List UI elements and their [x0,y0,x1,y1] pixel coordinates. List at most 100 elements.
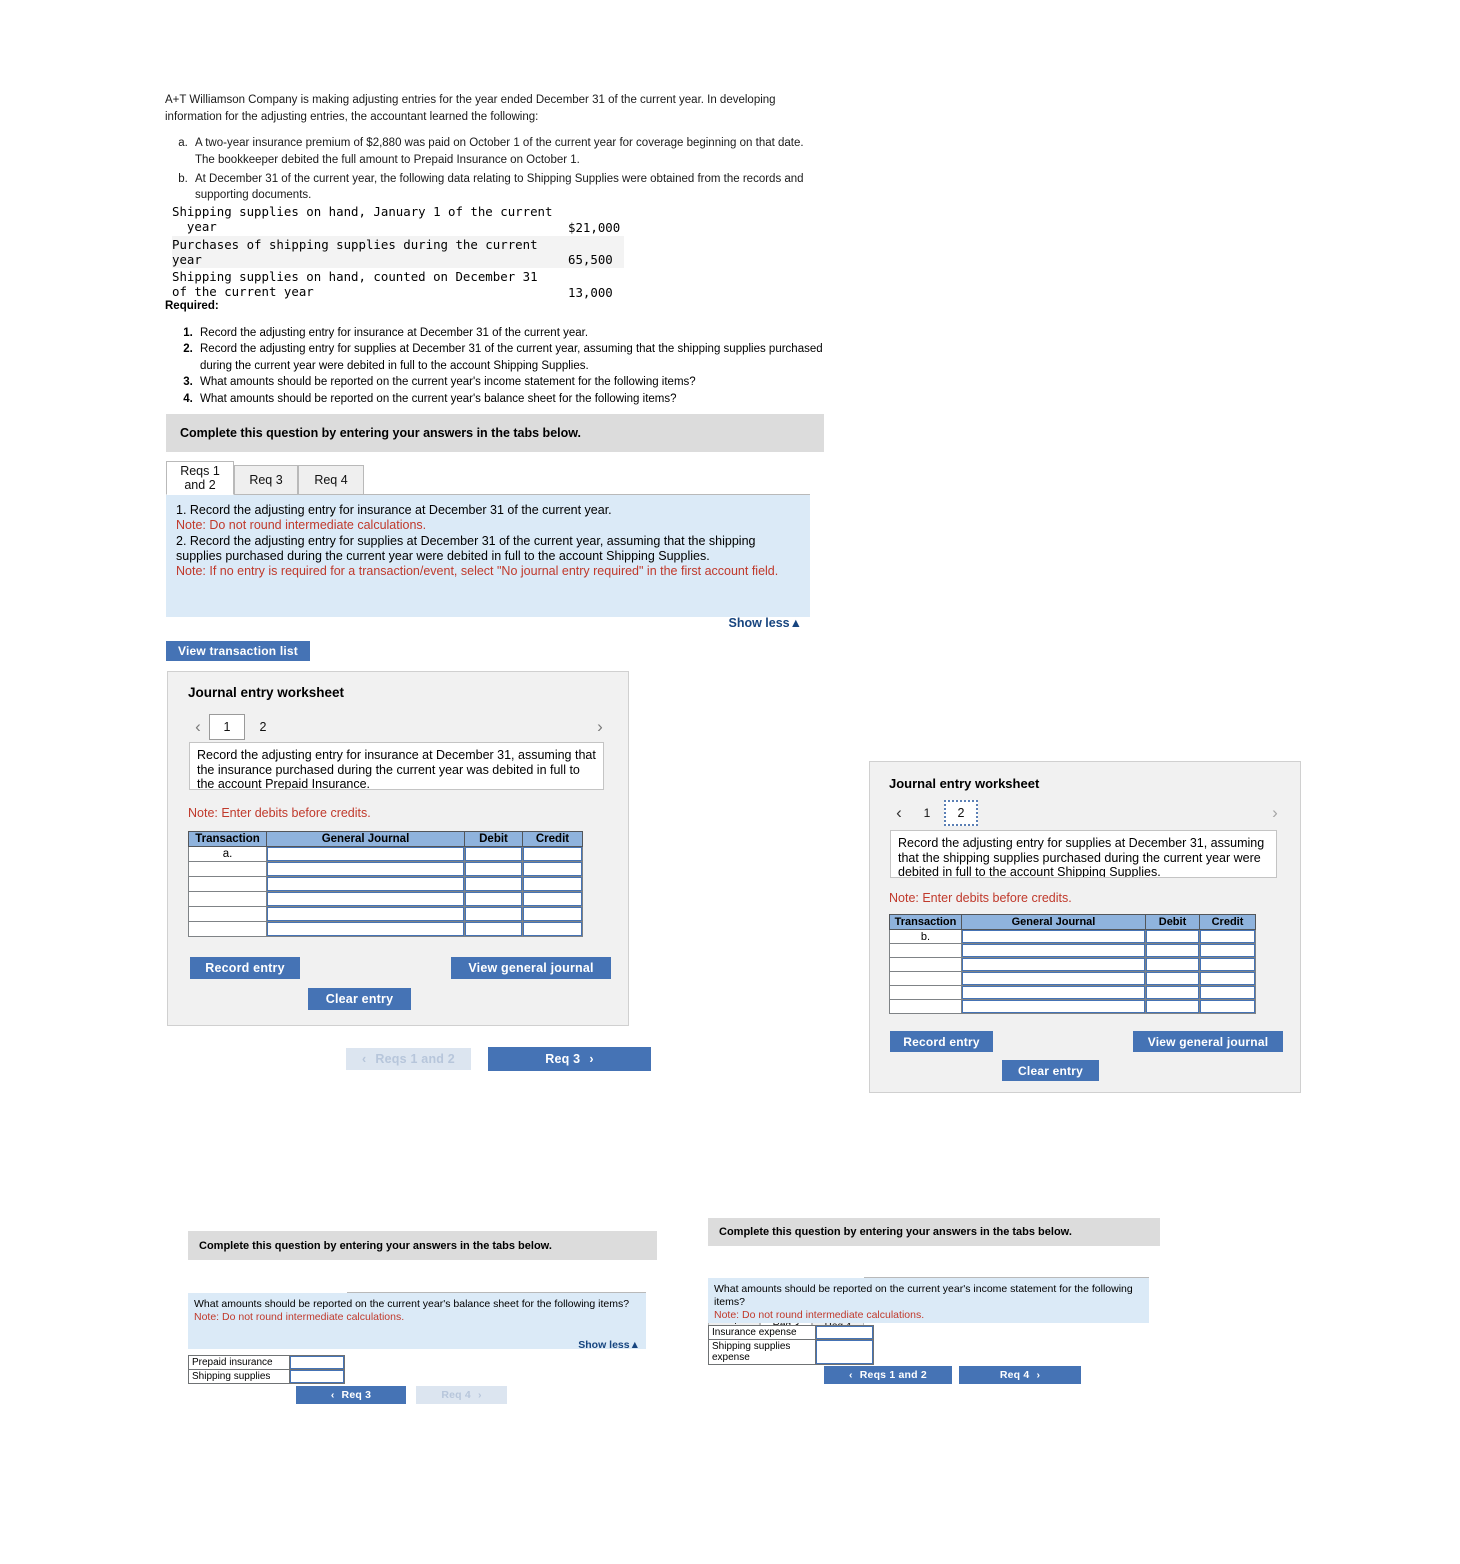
credit-input[interactable] [1200,930,1255,943]
req3-nav-prev-button[interactable]: ‹ Reqs 1 and 2 [824,1366,952,1384]
credit-input[interactable] [1200,986,1255,999]
cell-debit[interactable] [1145,957,1200,972]
shipping-supplies-expense-input[interactable] [816,1340,873,1364]
cell-general-journal[interactable] [961,985,1146,1000]
view-general-journal-button[interactable]: View general journal [451,957,611,979]
credit-input[interactable] [1200,972,1255,985]
cell-credit[interactable] [522,891,583,907]
cell-general-journal[interactable] [266,891,465,907]
cell-credit[interactable] [522,876,583,892]
general-journal-input[interactable] [962,958,1145,971]
credit-input[interactable] [523,892,582,906]
answer-cell[interactable] [815,1339,874,1365]
answer-cell[interactable] [815,1325,874,1340]
general-journal-input[interactable] [962,972,1145,985]
pager-page-1[interactable]: 1 [209,714,245,740]
show-less-toggle[interactable]: Show less▲ [600,616,802,630]
cell-debit[interactable] [464,906,523,922]
req4-nav-prev-button[interactable]: ‹ Req 3 [296,1386,406,1404]
view-general-journal-button[interactable]: View general journal [1133,1031,1283,1052]
general-journal-input[interactable] [962,1000,1145,1013]
cell-general-journal[interactable] [961,943,1146,958]
general-journal-input[interactable] [267,922,464,936]
pager-page-2[interactable]: 2 [245,714,281,740]
clear-entry-button[interactable]: Clear entry [308,988,411,1010]
view-transaction-list-button[interactable]: View transaction list [166,641,310,661]
req3-nav-next-button[interactable]: Req 4 › [959,1366,1081,1384]
debit-input[interactable] [1146,972,1199,985]
general-journal-input[interactable] [962,944,1145,957]
cell-credit[interactable] [1199,929,1256,944]
cell-credit[interactable] [522,846,583,862]
cell-debit[interactable] [1145,985,1200,1000]
general-journal-input[interactable] [267,877,464,891]
nav-next-req-3-button[interactable]: Req 3 › [488,1047,651,1071]
cell-debit[interactable] [464,891,523,907]
req4-show-less-toggle[interactable]: Show less▲ [470,1339,640,1351]
answer-cell[interactable] [289,1369,345,1384]
credit-input[interactable] [1200,958,1255,971]
pager-next-icon[interactable]: › [589,717,611,737]
pager-prev-icon[interactable]: ‹ [888,803,910,823]
debit-input[interactable] [465,862,522,876]
cell-general-journal[interactable] [266,846,465,862]
cell-debit[interactable] [464,846,523,862]
shipping-supplies-input[interactable] [290,1370,344,1383]
debit-input[interactable] [465,922,522,936]
clear-entry-button[interactable]: Clear entry [1002,1060,1099,1081]
general-journal-input[interactable] [267,892,464,906]
debit-input[interactable] [465,892,522,906]
credit-input[interactable] [523,907,582,921]
debit-input[interactable] [1146,958,1199,971]
cell-credit[interactable] [1199,957,1256,972]
credit-input[interactable] [523,862,582,876]
nav-prev-reqs-1-and-2-button[interactable]: ‹ Reqs 1 and 2 [346,1048,471,1070]
cell-credit[interactable] [522,861,583,877]
general-journal-input[interactable] [267,907,464,921]
cell-debit[interactable] [1145,929,1200,944]
cell-general-journal[interactable] [961,929,1146,944]
cell-general-journal[interactable] [266,861,465,877]
pager-page-1[interactable]: 1 [910,800,944,826]
tab-req-4[interactable]: Req 4 [298,465,364,495]
pager-page-2[interactable]: 2 [944,800,978,826]
record-entry-button[interactable]: Record entry [190,957,300,979]
cell-general-journal[interactable] [961,957,1146,972]
general-journal-input[interactable] [267,847,464,861]
record-entry-button[interactable]: Record entry [890,1031,993,1052]
debit-input[interactable] [465,877,522,891]
pager-next-icon[interactable]: › [1264,803,1286,823]
credit-input[interactable] [523,922,582,936]
req4-nav-next-button[interactable]: Req 4 › [416,1386,507,1404]
cell-general-journal[interactable] [266,921,465,937]
cell-debit[interactable] [1145,999,1200,1014]
credit-input[interactable] [1200,1000,1255,1013]
credit-input[interactable] [523,847,582,861]
cell-general-journal[interactable] [961,999,1146,1014]
cell-debit[interactable] [1145,943,1200,958]
prepaid-insurance-input[interactable] [290,1356,344,1369]
cell-debit[interactable] [1145,971,1200,986]
cell-credit[interactable] [1199,999,1256,1014]
cell-debit[interactable] [464,861,523,877]
general-journal-input[interactable] [962,930,1145,943]
debit-input[interactable] [1146,944,1199,957]
cell-general-journal[interactable] [961,971,1146,986]
general-journal-input[interactable] [267,862,464,876]
tab-reqs-1-and-2[interactable]: Reqs 1 and 2 [166,461,234,495]
cell-general-journal[interactable] [266,876,465,892]
cell-credit[interactable] [1199,985,1256,1000]
general-journal-input[interactable] [962,986,1145,999]
cell-general-journal[interactable] [266,906,465,922]
cell-credit[interactable] [522,921,583,937]
debit-input[interactable] [1146,986,1199,999]
debit-input[interactable] [465,847,522,861]
credit-input[interactable] [523,877,582,891]
credit-input[interactable] [1200,944,1255,957]
cell-credit[interactable] [522,906,583,922]
insurance-expense-input[interactable] [816,1326,873,1339]
pager-prev-icon[interactable]: ‹ [187,717,209,737]
debit-input[interactable] [1146,1000,1199,1013]
cell-credit[interactable] [1199,971,1256,986]
answer-cell[interactable] [289,1355,345,1370]
